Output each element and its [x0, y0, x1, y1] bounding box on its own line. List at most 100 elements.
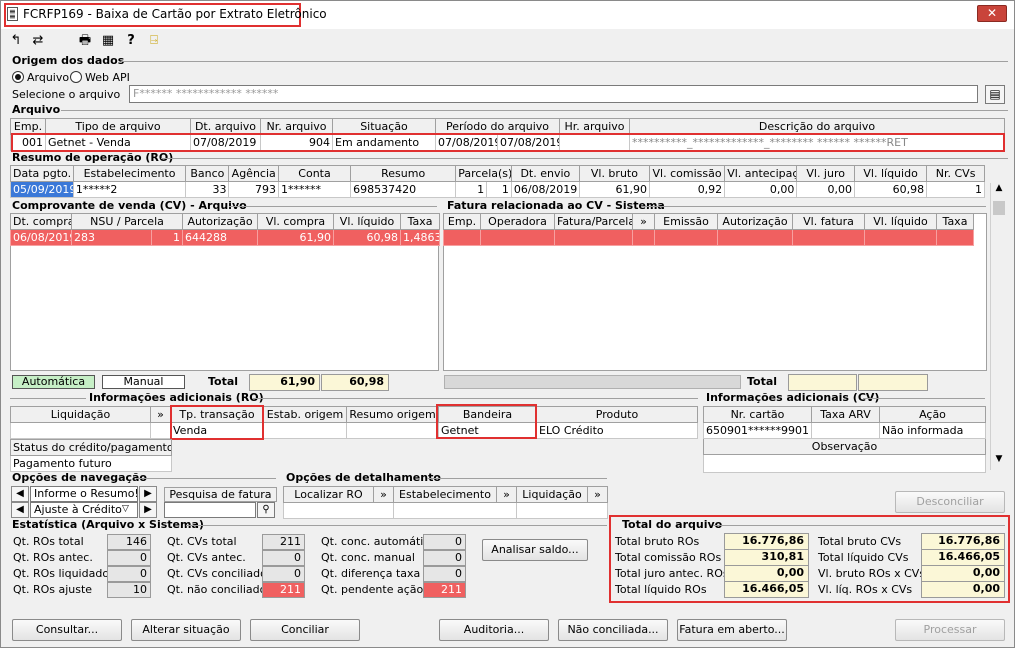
col-liq-expand[interactable]: »	[150, 406, 171, 423]
cell-vl-bruto[interactable]: 61,90	[578, 181, 650, 198]
analisar-saldo-button[interactable]: Analisar saldo...	[482, 539, 588, 561]
cell-banco[interactable]: 33	[185, 181, 230, 198]
cell-dt-compra[interactable]: 06/08/2019	[10, 229, 72, 246]
cell-resumo[interactable]: 698537420	[350, 181, 457, 198]
browse-file-icon[interactable]: ▤	[985, 85, 1005, 104]
radio-arquivo[interactable]	[12, 71, 24, 83]
door-exit-icon[interactable]: ⍈	[146, 33, 162, 49]
conciliar-button[interactable]: Conciliar	[250, 619, 360, 641]
col-det-liquidacao[interactable]: Liquidação	[516, 486, 588, 503]
table-row[interactable]: 06/08/2019 283 1 644288 61,90 60,98 1,48…	[10, 229, 441, 246]
stat-value: 0	[262, 566, 305, 582]
fatura-cell[interactable]	[443, 229, 481, 246]
table-row[interactable]: Venda Getnet ELO Crédito	[10, 422, 698, 439]
alterar-situacao-button[interactable]: Alterar situação	[131, 619, 241, 641]
cell-taxa[interactable]: 1,4863	[400, 229, 441, 246]
fatura-cell[interactable]	[654, 229, 718, 246]
radio-arquivo-label[interactable]: Arquivo	[27, 71, 69, 84]
nav-next-2-icon[interactable]: ▶	[139, 502, 157, 518]
main-scrollbar[interactable]: ▲ ▼	[990, 183, 1007, 470]
col-localizar-ro[interactable]: Localizar RO	[283, 486, 374, 503]
cell-nr-cvs[interactable]: 1	[926, 181, 985, 198]
cell-parcela-total[interactable]: 1	[486, 181, 512, 198]
col-det-estab[interactable]: Estabelecimento	[393, 486, 497, 503]
fatura-cell[interactable]	[936, 229, 974, 246]
fatura-cell[interactable]	[632, 229, 655, 246]
pesquisa-fatura-input[interactable]	[164, 502, 256, 518]
nav-next-1-icon[interactable]: ▶	[139, 486, 157, 502]
nav-resumo-field[interactable]: Informe o Resumo!	[30, 486, 138, 502]
col-det-liq-expand[interactable]: »	[587, 486, 608, 503]
cell-liquidacao[interactable]	[10, 422, 151, 439]
scroll-up-icon[interactable]: ▲	[991, 183, 1007, 199]
fatura-cell[interactable]	[480, 229, 555, 246]
table-row[interactable]: 05/09/2019 1*****2 33 793 1****** 698537…	[10, 181, 985, 198]
nao-conciliada-button[interactable]: Não conciliada...	[558, 619, 668, 641]
cell-agencia[interactable]: 793	[228, 181, 279, 198]
radio-webapi-label[interactable]: Web API	[85, 71, 130, 84]
cell-liq-expand[interactable]	[150, 422, 171, 439]
cell-vl-liquido[interactable]: 60,98	[854, 181, 928, 198]
info-ro-title: Informações adicionais (RO)	[89, 391, 264, 404]
detalhe-cell[interactable]	[516, 502, 608, 519]
col-localizar-expand[interactable]: »	[373, 486, 394, 503]
exit-icon[interactable]: ↰	[8, 33, 24, 49]
fatura-cell[interactable]	[864, 229, 937, 246]
fatura-cell[interactable]	[554, 229, 633, 246]
col-det-estab-expand[interactable]: »	[496, 486, 517, 503]
auditoria-button[interactable]: Auditoria...	[439, 619, 549, 641]
table-row[interactable]	[703, 454, 986, 473]
fatura-cell[interactable]	[717, 229, 793, 246]
cell-produto[interactable]: ELO Crédito	[536, 422, 698, 439]
fatura-aberto-button[interactable]: Fatura em aberto...	[677, 619, 787, 641]
cell-nr-cartao[interactable]: 650901******9901	[703, 422, 812, 439]
close-button[interactable]: ✕	[977, 5, 1007, 22]
cell-resumo-origem[interactable]	[346, 422, 439, 439]
col-fat-expand[interactable]: »	[632, 213, 655, 230]
fatura-hscroll[interactable]	[444, 375, 741, 389]
table-row[interactable]: Pagamento futuro	[10, 455, 172, 472]
desconciliar-button[interactable]: Desconciliar	[895, 491, 1005, 513]
consultar-button[interactable]: Consultar...	[12, 619, 122, 641]
cell-acao[interactable]: Não informada	[879, 422, 986, 439]
cell-autorizacao[interactable]: 644288	[182, 229, 259, 246]
table-row[interactable]	[283, 502, 608, 519]
col-nsu-parcela: NSU / Parcela	[70, 213, 184, 230]
file-path-input[interactable]: F****** ************ ******	[129, 85, 978, 103]
cell-vl-liquido-cv[interactable]: 60,98	[333, 229, 402, 246]
table-row[interactable]	[443, 229, 974, 246]
scroll-down-icon[interactable]: ▼	[991, 454, 1007, 470]
cell-parcela-cv[interactable]: 1	[150, 229, 184, 246]
cell-estab[interactable]: 1*****2	[72, 181, 187, 198]
cell-vl-comissao[interactable]: 0,92	[648, 181, 726, 198]
cell-vl-compra[interactable]: 61,90	[257, 229, 335, 246]
radio-webapi[interactable]	[70, 71, 82, 83]
cell-status-credito[interactable]: Pagamento futuro	[10, 455, 172, 472]
detalhe-cell[interactable]	[283, 502, 394, 519]
stat-label: Qt. CVs conciliado	[167, 567, 267, 580]
detalhe-cell[interactable]	[393, 502, 517, 519]
table-row[interactable]: 650901******9901 Não informada	[703, 422, 986, 439]
print-icon[interactable]: 🖶	[77, 33, 93, 49]
nav-prev-1-icon[interactable]: ◀	[11, 486, 29, 502]
cell-dt-envio[interactable]: 06/08/2019	[510, 181, 580, 198]
cell-vl-juro[interactable]: 0,00	[796, 181, 856, 198]
search-icon[interactable]: ⚲	[257, 502, 275, 518]
processar-button[interactable]: Processar	[895, 619, 1005, 641]
switch-icon[interactable]: ⇄	[30, 33, 46, 49]
fatura-cell[interactable]	[792, 229, 865, 246]
cell-taxa-arv[interactable]	[811, 422, 880, 439]
calculator-icon[interactable]: ▦	[100, 33, 116, 49]
cell-vl-antecipacao[interactable]: 0,00	[724, 181, 798, 198]
cell-conta[interactable]: 1******	[277, 181, 352, 198]
cell-estab-origem[interactable]	[263, 422, 347, 439]
cell-nsu[interactable]: 283	[71, 229, 152, 246]
cell-parcela[interactable]: 1	[455, 181, 488, 198]
cell-observacao[interactable]	[703, 454, 986, 473]
cell-data-pgto[interactable]: 05/09/2019	[10, 181, 74, 198]
chevron-down-icon[interactable]: ▽	[122, 504, 129, 514]
help-icon[interactable]: ?	[123, 33, 139, 49]
nav-prev-2-icon[interactable]: ◀	[11, 502, 29, 518]
scroll-thumb[interactable]	[993, 201, 1005, 215]
fatura-title: Fatura relacionada ao CV - Sistema	[447, 199, 665, 212]
